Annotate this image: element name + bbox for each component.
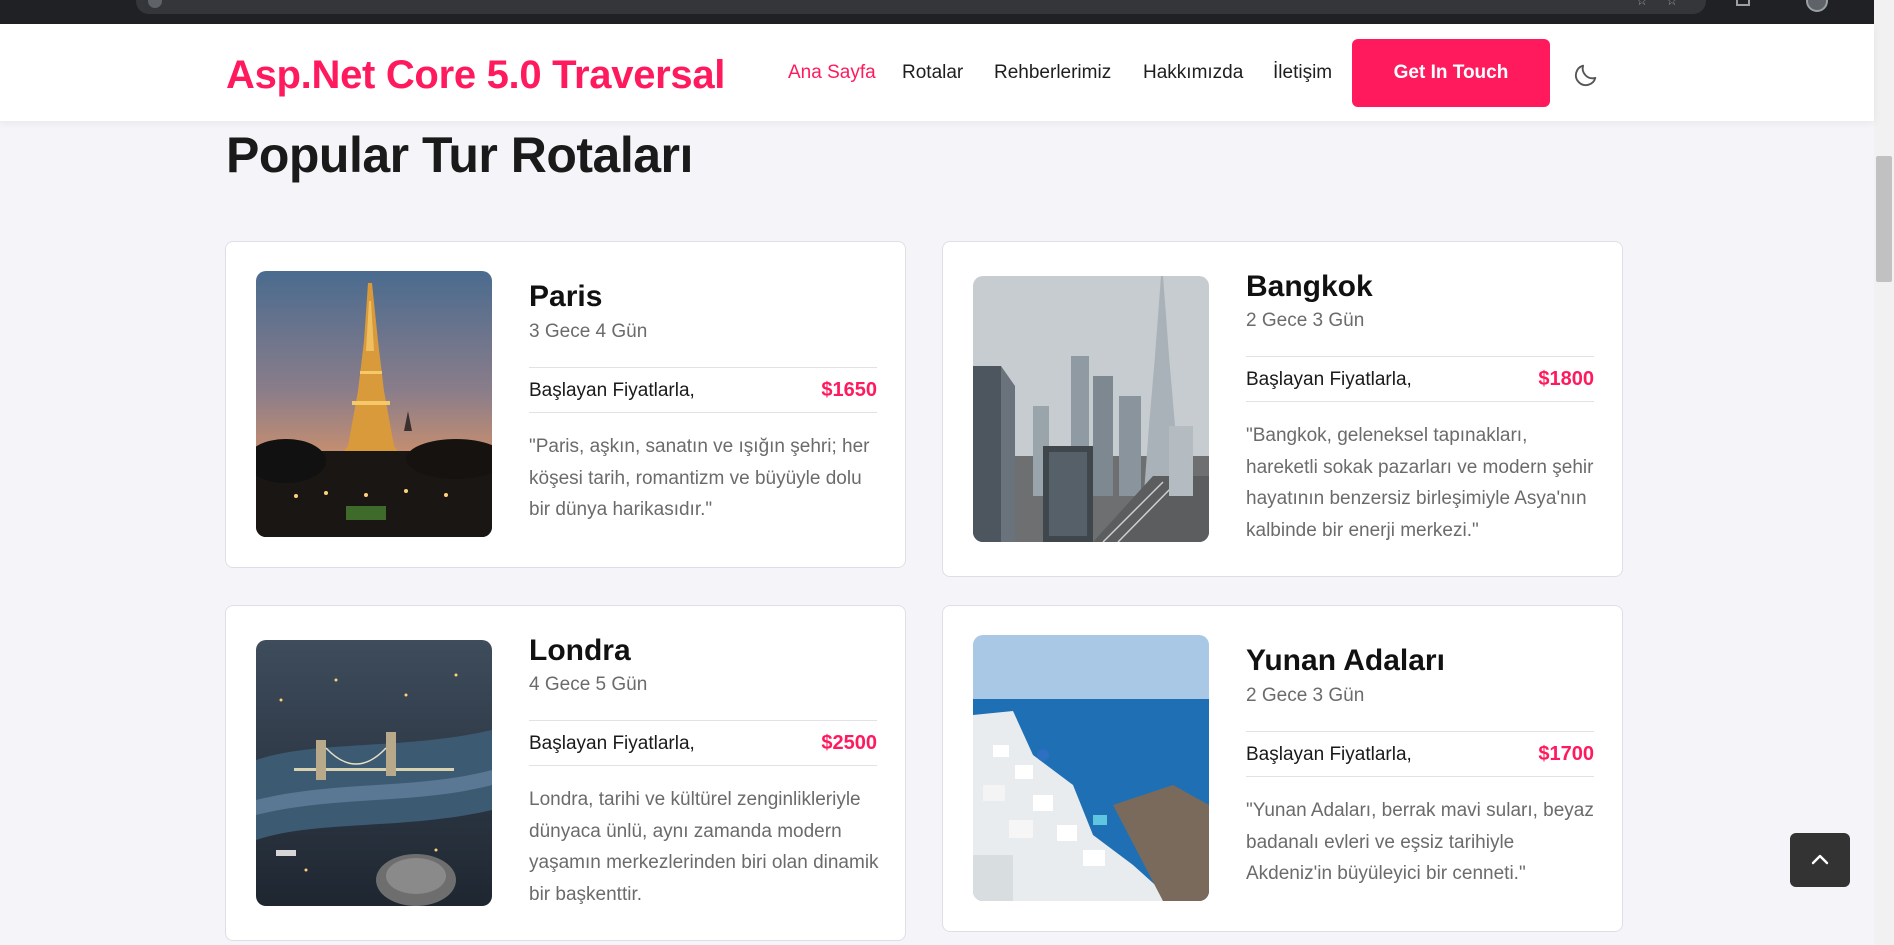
tour-price: $1700	[1538, 743, 1594, 765]
back-to-top-button[interactable]	[1790, 833, 1850, 887]
brand-logo[interactable]: Asp.Net Core 5.0 Traversal	[226, 53, 725, 98]
tour-card-londra[interactable]: Londra 4 Gece 5 Gün Başlayan Fiyatlarla,…	[225, 605, 906, 941]
tour-description: "Yunan Adaları, berrak mavi suları, beya…	[1246, 800, 1594, 884]
nav-link-routes[interactable]: Rotalar	[902, 62, 963, 84]
tour-title[interactable]: Paris	[529, 280, 602, 314]
tour-card-yunan-adalari[interactable]: Yunan Adaları 2 Gece 3 Gün Başlayan Fiya…	[942, 605, 1623, 932]
tour-description: Londra, tarihi ve kültürel zenginlikleri…	[529, 789, 879, 905]
tour-price: $2500	[821, 732, 877, 754]
get-in-touch-button[interactable]: Get In Touch	[1352, 39, 1550, 107]
tour-duration: 2 Gece 3 Gün	[1246, 310, 1365, 331]
price-label: Başlayan Fiyatlarla,	[1246, 369, 1412, 390]
price-row: Başlayan Fiyatlarla, $1650	[529, 367, 877, 413]
tour-photo-paris[interactable]	[256, 271, 492, 537]
share-icon[interactable]: ☆	[1636, 0, 1648, 9]
tour-photo-londra[interactable]	[256, 640, 492, 906]
tour-photo-yunan-adalari[interactable]	[973, 635, 1209, 901]
address-bar[interactable]	[136, 0, 1706, 14]
page-scrollbar-track[interactable]	[1874, 0, 1894, 945]
price-row: Başlayan Fiyatlarla, $2500	[529, 720, 877, 766]
page-scrollbar-thumb[interactable]	[1876, 156, 1892, 282]
tour-title[interactable]: Londra	[529, 634, 631, 668]
chevron-up-icon	[1811, 854, 1829, 865]
tour-photo-bangkok[interactable]	[973, 276, 1209, 542]
section-title: Popular Tur Rotaları	[226, 127, 693, 183]
price-row: Başlayan Fiyatlarla, $1700	[1246, 731, 1594, 777]
browser-toolbar: ☆ ☆	[0, 0, 1874, 24]
tour-price: $1650	[821, 379, 877, 401]
nav-link-guides[interactable]: Rehberlerimiz	[994, 62, 1111, 84]
site-header: Asp.Net Core 5.0 Traversal Ana Sayfa Rot…	[0, 24, 1874, 121]
tour-duration: 3 Gece 4 Gün	[529, 321, 648, 342]
downloads-icon[interactable]	[1736, 0, 1750, 6]
tour-duration: 4 Gece 5 Gün	[529, 674, 648, 695]
price-label: Başlayan Fiyatlarla,	[529, 380, 695, 401]
tour-title[interactable]: Yunan Adaları	[1246, 644, 1445, 678]
price-label: Başlayan Fiyatlarla,	[529, 733, 695, 754]
nav-link-home[interactable]: Ana Sayfa	[788, 62, 876, 84]
price-row: Başlayan Fiyatlarla, $1800	[1246, 356, 1594, 402]
profile-avatar[interactable]	[1806, 0, 1828, 12]
moon-icon[interactable]	[1572, 61, 1600, 89]
tour-card-bangkok[interactable]: Bangkok 2 Gece 3 Gün Başlayan Fiyatlarla…	[942, 241, 1623, 577]
price-label: Başlayan Fiyatlarla,	[1246, 744, 1412, 765]
bookmark-star-icon[interactable]: ☆	[1666, 0, 1678, 9]
tour-title[interactable]: Bangkok	[1246, 270, 1373, 304]
tour-price: $1800	[1538, 368, 1594, 390]
tour-duration: 2 Gece 3 Gün	[1246, 685, 1365, 706]
nav-link-about[interactable]: Hakkımızda	[1143, 62, 1243, 84]
tour-description: "Bangkok, geleneksel tapınakları, hareke…	[1246, 425, 1594, 541]
nav-link-contact[interactable]: İletişim	[1273, 62, 1332, 84]
tour-card-paris[interactable]: Paris 3 Gece 4 Gün Başlayan Fiyatlarla, …	[225, 241, 906, 568]
tour-description: "Paris, aşkın, sanatın ve ışığın şehri; …	[529, 436, 870, 520]
